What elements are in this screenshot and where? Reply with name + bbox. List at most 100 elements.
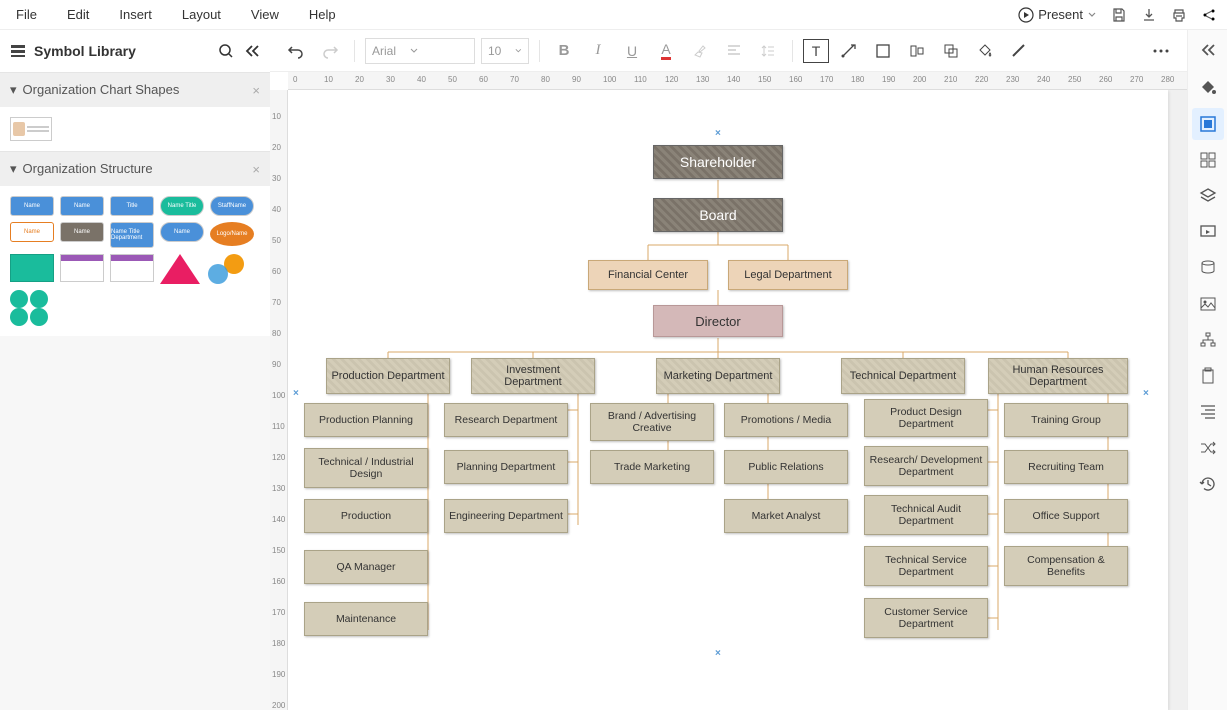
- shape-thumb[interactable]: [160, 254, 200, 284]
- theme-icon[interactable]: [1192, 72, 1224, 104]
- download-icon[interactable]: [1141, 7, 1157, 23]
- highlight-button[interactable]: [686, 37, 714, 65]
- node-sub[interactable]: Brand / Advertising Creative: [590, 403, 714, 441]
- align-panel-icon[interactable]: [1192, 396, 1224, 428]
- shape-thumb[interactable]: Title: [110, 196, 154, 216]
- shape-thumb[interactable]: Name: [160, 222, 204, 242]
- line-spacing-button[interactable]: [754, 37, 782, 65]
- share-icon[interactable]: [1201, 7, 1217, 23]
- undo-button[interactable]: [282, 37, 310, 65]
- section-org-chart-shapes[interactable]: ▾Organization Chart Shapes ×: [0, 73, 270, 107]
- node-dept[interactable]: Marketing Department: [656, 358, 780, 394]
- node-sub[interactable]: Compensation & Benefits: [1004, 546, 1128, 586]
- node-sub[interactable]: Market Analyst: [724, 499, 848, 533]
- node-sub[interactable]: Research Department: [444, 403, 568, 437]
- menu-file[interactable]: File: [16, 7, 37, 22]
- section-org-structure[interactable]: ▾Organization Structure ×: [0, 152, 270, 186]
- shuffle-icon[interactable]: [1192, 432, 1224, 464]
- clipboard-icon[interactable]: [1192, 360, 1224, 392]
- selection-handle[interactable]: ×: [715, 128, 721, 139]
- node-dept[interactable]: Human Resources Department: [988, 358, 1128, 394]
- group-button[interactable]: [937, 37, 965, 65]
- shape-thumb[interactable]: Name: [60, 196, 104, 216]
- page[interactable]: × × × × Shareholder Board Financial Cent…: [288, 90, 1168, 710]
- node-sub[interactable]: Research/ Development Department: [864, 446, 988, 486]
- node-sub[interactable]: QA Manager: [304, 550, 428, 584]
- node-financial-center[interactable]: Financial Center: [588, 260, 708, 290]
- menu-view[interactable]: View: [251, 7, 279, 22]
- node-sub[interactable]: Production Planning: [304, 403, 428, 437]
- node-dept[interactable]: Investment Department: [471, 358, 595, 394]
- history-icon[interactable]: [1192, 468, 1224, 500]
- node-sub[interactable]: Planning Department: [444, 450, 568, 484]
- connector-button[interactable]: [835, 37, 863, 65]
- text-tool-button[interactable]: T: [803, 39, 829, 63]
- node-sub[interactable]: Technical / Industrial Design: [304, 448, 428, 488]
- font-select[interactable]: Arial: [365, 38, 475, 64]
- format-panel-icon[interactable]: [1192, 108, 1224, 140]
- node-sub[interactable]: Technical Audit Department: [864, 495, 988, 535]
- italic-button[interactable]: I: [584, 37, 612, 65]
- menu-help[interactable]: Help: [309, 7, 336, 22]
- shape-thumb[interactable]: [60, 254, 104, 282]
- shape-thumb[interactable]: Name: [60, 222, 104, 242]
- image-icon[interactable]: [1192, 288, 1224, 320]
- collapse-right-icon[interactable]: [1188, 38, 1227, 62]
- line-style-button[interactable]: [1005, 37, 1033, 65]
- close-icon[interactable]: ×: [252, 162, 260, 177]
- tree-icon[interactable]: [1192, 324, 1224, 356]
- canvas[interactable]: × × × × Shareholder Board Financial Cent…: [288, 90, 1187, 710]
- print-icon[interactable]: [1171, 7, 1187, 23]
- shape-thumb[interactable]: Logo/Name: [210, 222, 254, 246]
- shape-thumb[interactable]: Name Title Department: [110, 222, 154, 248]
- shape-thumb[interactable]: [10, 254, 54, 282]
- node-director[interactable]: Director: [653, 305, 783, 337]
- menu-insert[interactable]: Insert: [119, 7, 152, 22]
- node-dept[interactable]: Production Department: [326, 358, 450, 394]
- underline-button[interactable]: U: [618, 37, 646, 65]
- shape-thumb[interactable]: [110, 254, 154, 282]
- save-icon[interactable]: [1111, 7, 1127, 23]
- redo-button[interactable]: [316, 37, 344, 65]
- node-sub[interactable]: Trade Marketing: [590, 450, 714, 484]
- node-sub[interactable]: Technical Service Department: [864, 546, 988, 586]
- menu-layout[interactable]: Layout: [182, 7, 221, 22]
- node-sub[interactable]: Office Support: [1004, 499, 1128, 533]
- layers-icon[interactable]: [1192, 180, 1224, 212]
- present-button[interactable]: Present: [1018, 7, 1097, 23]
- node-sub[interactable]: Recruiting Team: [1004, 450, 1128, 484]
- shape-thumb[interactable]: StaffName: [210, 196, 254, 216]
- node-dept[interactable]: Technical Department: [841, 358, 965, 394]
- node-sub[interactable]: Production: [304, 499, 428, 533]
- font-color-button[interactable]: A: [652, 37, 680, 65]
- align-objects-button[interactable]: [903, 37, 931, 65]
- shape-thumb[interactable]: Name: [10, 222, 54, 242]
- shape-outline-button[interactable]: [869, 37, 897, 65]
- search-icon[interactable]: [218, 43, 234, 59]
- node-sub[interactable]: Product Design Department: [864, 399, 988, 437]
- node-sub[interactable]: Customer Service Department: [864, 598, 988, 638]
- scrollbar-vertical[interactable]: [1173, 90, 1187, 710]
- selection-handle[interactable]: ×: [293, 388, 299, 399]
- data-icon[interactable]: [1192, 252, 1224, 284]
- node-sub[interactable]: Promotions / Media: [724, 403, 848, 437]
- collapse-left-icon[interactable]: [244, 43, 260, 59]
- node-sub[interactable]: Maintenance: [304, 602, 428, 636]
- close-icon[interactable]: ×: [252, 83, 260, 98]
- node-sub[interactable]: Engineering Department: [444, 499, 568, 533]
- menu-edit[interactable]: Edit: [67, 7, 89, 22]
- selection-handle[interactable]: ×: [715, 648, 721, 659]
- components-icon[interactable]: [1192, 144, 1224, 176]
- node-shareholder[interactable]: Shareholder: [653, 145, 783, 179]
- align-button[interactable]: [720, 37, 748, 65]
- more-button[interactable]: [1147, 37, 1175, 65]
- fill-button[interactable]: [971, 37, 999, 65]
- node-sub[interactable]: Public Relations: [724, 450, 848, 484]
- font-size-select[interactable]: 10: [481, 38, 529, 64]
- slides-icon[interactable]: [1192, 216, 1224, 248]
- shape-thumb[interactable]: Name: [10, 196, 54, 216]
- node-board[interactable]: Board: [653, 198, 783, 232]
- shape-thumb[interactable]: [10, 290, 54, 326]
- node-sub[interactable]: Training Group: [1004, 403, 1128, 437]
- node-legal-dept[interactable]: Legal Department: [728, 260, 848, 290]
